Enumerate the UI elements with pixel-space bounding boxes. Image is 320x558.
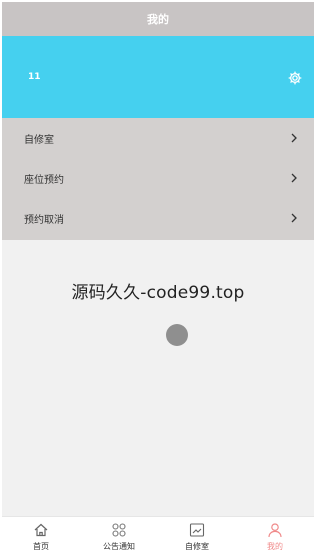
menu-list: 自修室 座位预约 预约取消 bbox=[2, 118, 314, 240]
tab-home[interactable]: 首页 bbox=[2, 517, 80, 554]
tab-label: 我的 bbox=[267, 542, 283, 551]
notice-icon bbox=[112, 523, 126, 537]
menu-item-label: 预约取消 bbox=[24, 214, 64, 226]
gear-icon[interactable] bbox=[287, 70, 303, 86]
chevron-right-icon bbox=[291, 173, 297, 183]
loading-spinner bbox=[166, 324, 188, 346]
home-icon bbox=[34, 523, 48, 537]
tab-label: 自修室 bbox=[185, 542, 209, 551]
tab-label: 首页 bbox=[33, 542, 49, 551]
app-frame: 我的 11 自修室 座位预约 预约取消 源码久久-code99.top 首页 公… bbox=[2, 2, 314, 554]
user-icon bbox=[268, 523, 282, 538]
menu-item-label: 自修室 bbox=[24, 134, 54, 146]
user-id: 11 bbox=[28, 72, 41, 82]
profile-banner: 11 bbox=[2, 36, 314, 118]
chevron-right-icon bbox=[291, 213, 297, 223]
bottom-tab-bar: 首页 公告通知 自修室 我的 bbox=[2, 516, 314, 554]
menu-item-label: 座位预约 bbox=[24, 174, 64, 186]
tab-notices[interactable]: 公告通知 bbox=[80, 517, 158, 554]
tab-label: 公告通知 bbox=[103, 542, 135, 551]
menu-item-cancel-booking[interactable]: 预约取消 bbox=[2, 198, 314, 238]
watermark-text: 源码久久-code99.top bbox=[71, 283, 245, 303]
page-title: 我的 bbox=[147, 13, 169, 26]
study-room-icon bbox=[189, 523, 205, 537]
page-header: 我的 bbox=[2, 2, 314, 36]
tab-study-room[interactable]: 自修室 bbox=[158, 517, 236, 554]
chevron-right-icon bbox=[291, 133, 297, 143]
tab-profile[interactable]: 我的 bbox=[236, 517, 314, 554]
menu-item-study-room[interactable]: 自修室 bbox=[2, 118, 314, 158]
menu-item-seat-booking[interactable]: 座位预约 bbox=[2, 158, 314, 198]
